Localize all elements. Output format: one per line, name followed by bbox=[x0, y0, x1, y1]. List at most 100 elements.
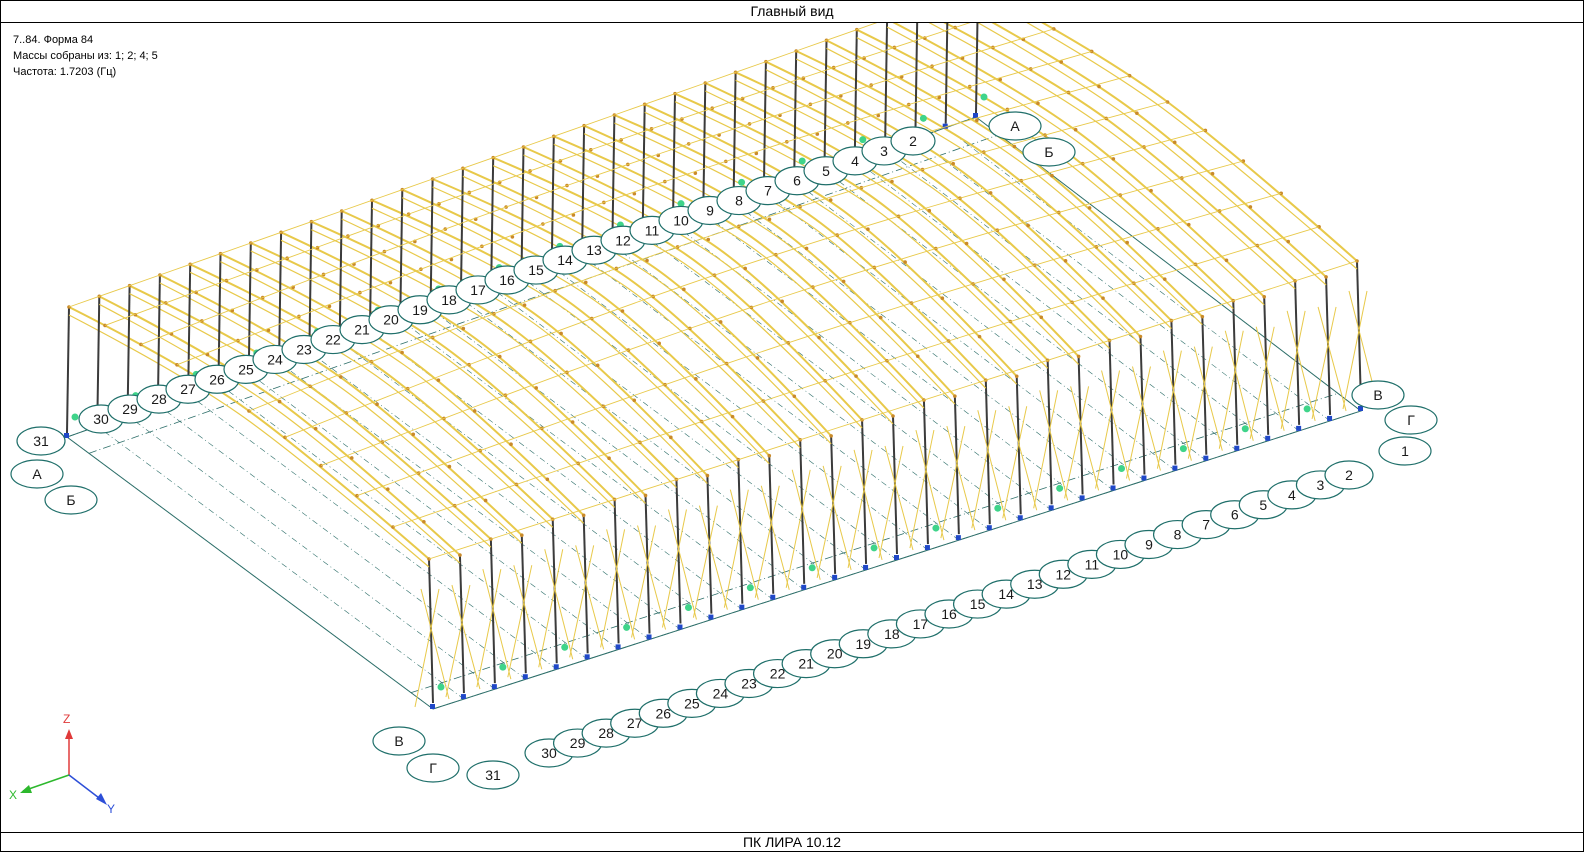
node bbox=[988, 191, 993, 195]
axis-bubble-label: 5 bbox=[1259, 497, 1267, 513]
brace bbox=[667, 509, 697, 620]
brace bbox=[538, 549, 564, 668]
front-column bbox=[1108, 340, 1115, 485]
node bbox=[866, 227, 870, 231]
brace bbox=[1095, 370, 1121, 489]
support bbox=[1079, 495, 1085, 501]
support bbox=[973, 113, 978, 118]
brace bbox=[977, 410, 1007, 521]
axis-bubble-label: 2 bbox=[1345, 467, 1353, 483]
node bbox=[1087, 206, 1092, 210]
axis-bubble-label: 6 bbox=[1231, 507, 1239, 523]
node bbox=[349, 456, 354, 460]
node bbox=[339, 375, 343, 379]
letter-bubble-left-a: А bbox=[10, 459, 64, 489]
support-marker bbox=[437, 683, 445, 691]
node bbox=[400, 350, 404, 355]
front-column bbox=[799, 439, 806, 584]
axis-bubble-label: 5 bbox=[822, 163, 830, 179]
node bbox=[829, 434, 833, 438]
node bbox=[447, 464, 452, 469]
axis-bubble-label: 29 bbox=[122, 401, 138, 417]
node bbox=[520, 533, 524, 537]
brace bbox=[853, 449, 883, 561]
node bbox=[472, 409, 477, 413]
brace bbox=[445, 584, 471, 698]
node bbox=[1076, 354, 1081, 359]
node bbox=[705, 473, 710, 478]
brace bbox=[1125, 366, 1151, 479]
letter-bubble-left-b: Б bbox=[44, 485, 98, 515]
node bbox=[386, 487, 390, 491]
back-column bbox=[550, 136, 555, 263]
right-end-bubble: 1 bbox=[1378, 436, 1432, 466]
support-marker bbox=[994, 504, 1002, 512]
back-column bbox=[490, 157, 495, 284]
back-column bbox=[702, 82, 707, 210]
node bbox=[706, 237, 711, 242]
front-column bbox=[428, 558, 434, 704]
node bbox=[1210, 171, 1215, 176]
node bbox=[1101, 296, 1105, 300]
support bbox=[646, 634, 652, 640]
brace bbox=[1187, 346, 1213, 459]
back-column bbox=[338, 210, 343, 338]
brace bbox=[513, 565, 543, 670]
axis-bubble-label: 23 bbox=[296, 342, 312, 358]
roof-truss-top bbox=[553, 135, 925, 401]
node bbox=[1138, 334, 1143, 339]
node bbox=[1186, 222, 1191, 227]
back-column bbox=[581, 125, 586, 252]
node bbox=[522, 303, 527, 307]
x-axis-label: X bbox=[9, 788, 17, 802]
front-column bbox=[737, 459, 744, 604]
axis-bubble-label: 19 bbox=[412, 302, 428, 318]
model-viewport[interactable]: 7..84. Форма 84 Массы собраны из: 1; 2; … bbox=[1, 23, 1583, 832]
node bbox=[1039, 315, 1044, 320]
support bbox=[1110, 485, 1116, 491]
support bbox=[894, 555, 899, 560]
node bbox=[1200, 314, 1205, 319]
node bbox=[139, 342, 143, 347]
front-column bbox=[613, 499, 620, 644]
axis-bubble-label: 17 bbox=[470, 282, 486, 298]
node bbox=[1111, 157, 1116, 161]
y-axis-label: Y bbox=[107, 802, 115, 816]
support bbox=[708, 614, 714, 620]
node bbox=[1125, 240, 1129, 245]
axis-bubble-label: 14 bbox=[557, 252, 573, 268]
brace bbox=[754, 485, 780, 598]
node bbox=[375, 402, 379, 407]
brace bbox=[729, 489, 759, 600]
axis-bubble-label: 10 bbox=[673, 212, 689, 228]
node bbox=[583, 280, 588, 285]
back-column bbox=[884, 23, 889, 146]
brace bbox=[569, 545, 595, 658]
brace bbox=[1162, 350, 1192, 461]
node bbox=[632, 398, 637, 403]
node bbox=[645, 258, 649, 263]
support bbox=[1203, 455, 1209, 461]
node bbox=[682, 287, 686, 292]
node bbox=[953, 394, 957, 398]
front-axis-bubble: 2 bbox=[1324, 460, 1374, 490]
support-marker bbox=[1056, 484, 1064, 492]
brace bbox=[847, 449, 873, 569]
roof-truss-bottom bbox=[492, 165, 863, 429]
axis-bubble-label: 25 bbox=[238, 361, 254, 377]
support-marker bbox=[919, 114, 927, 122]
node bbox=[804, 246, 809, 251]
back-column bbox=[96, 296, 101, 423]
back-column bbox=[793, 50, 798, 178]
node bbox=[1002, 277, 1006, 282]
front-column bbox=[675, 479, 682, 624]
support bbox=[584, 654, 590, 660]
support bbox=[430, 704, 435, 709]
brace bbox=[723, 489, 749, 608]
structure-scene[interactable]: 3029282726252423222120191817161514131211… bbox=[1, 23, 1583, 832]
back-column bbox=[672, 93, 676, 220]
grid-line-column bbox=[884, 148, 1269, 442]
node bbox=[1262, 295, 1266, 299]
front-column bbox=[1356, 260, 1362, 406]
support-marker bbox=[859, 136, 867, 144]
